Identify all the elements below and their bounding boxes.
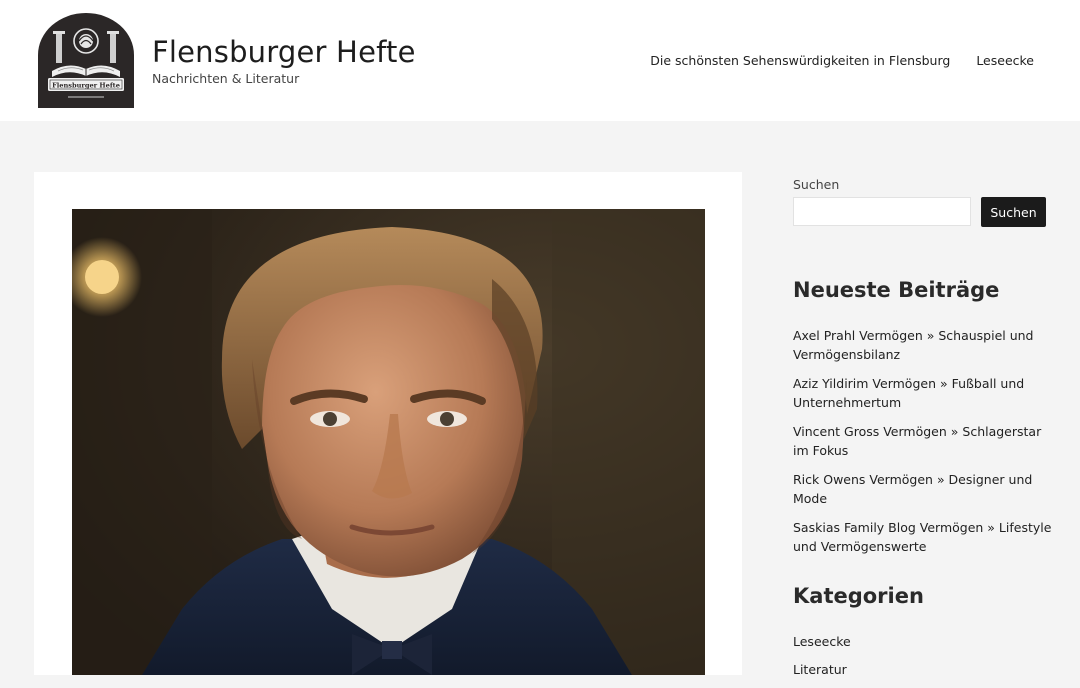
- list-item: Leseecke: [793, 632, 1053, 651]
- recent-post-link[interactable]: Vincent Gross Vermögen » Schlagerstar im…: [793, 424, 1041, 458]
- main-navigation: Die schönsten Sehenswürdigkeiten in Flen…: [650, 52, 1034, 70]
- recent-post-link[interactable]: Aziz Yildirim Vermögen » Fußball und Unt…: [793, 376, 1024, 410]
- site-header: Flensburger Hefte Flensburger Hefte Nach…: [0, 0, 1080, 121]
- list-item: Saskias Family Blog Vermögen » Lifestyle…: [793, 518, 1053, 556]
- site-title[interactable]: Flensburger Hefte: [152, 34, 416, 70]
- search-button[interactable]: Suchen: [981, 197, 1046, 227]
- search-label: Suchen: [793, 177, 840, 192]
- search-input[interactable]: [793, 197, 971, 226]
- list-item: Aziz Yildirim Vermögen » Fußball und Unt…: [793, 374, 1053, 412]
- nav-item-leseecke[interactable]: Leseecke: [976, 52, 1034, 70]
- recent-post-link[interactable]: Axel Prahl Vermögen » Schauspiel und Ver…: [793, 328, 1034, 362]
- site-logo[interactable]: Flensburger Hefte: [38, 13, 134, 108]
- book-emblem-icon: Flensburger Hefte: [38, 13, 134, 108]
- featured-image: [72, 209, 705, 675]
- recent-post-link[interactable]: Saskias Family Blog Vermögen » Lifestyle…: [793, 520, 1051, 554]
- recent-post-link[interactable]: Rick Owens Vermögen » Designer und Mode: [793, 472, 1032, 506]
- article-card: [34, 172, 742, 675]
- portrait-photo-icon: [72, 209, 705, 675]
- list-item: Axel Prahl Vermögen » Schauspiel und Ver…: [793, 326, 1053, 364]
- categories-title: Kategorien: [793, 584, 924, 608]
- svg-text:Flensburger Hefte: Flensburger Hefte: [52, 82, 120, 90]
- categories-list: Leseecke Literatur: [793, 632, 1053, 688]
- recent-posts-title: Neueste Beiträge: [793, 278, 1000, 302]
- list-item: Vincent Gross Vermögen » Schlagerstar im…: [793, 422, 1053, 460]
- site-tagline: Nachrichten & Literatur: [152, 71, 300, 86]
- nav-item-sehenswuerdigkeiten[interactable]: Die schönsten Sehenswürdigkeiten in Flen…: [650, 52, 950, 70]
- list-item: Literatur: [793, 660, 1053, 679]
- category-link-leseecke[interactable]: Leseecke: [793, 634, 851, 649]
- list-item: Rick Owens Vermögen » Designer und Mode: [793, 470, 1053, 508]
- recent-posts-list: Axel Prahl Vermögen » Schauspiel und Ver…: [793, 326, 1053, 566]
